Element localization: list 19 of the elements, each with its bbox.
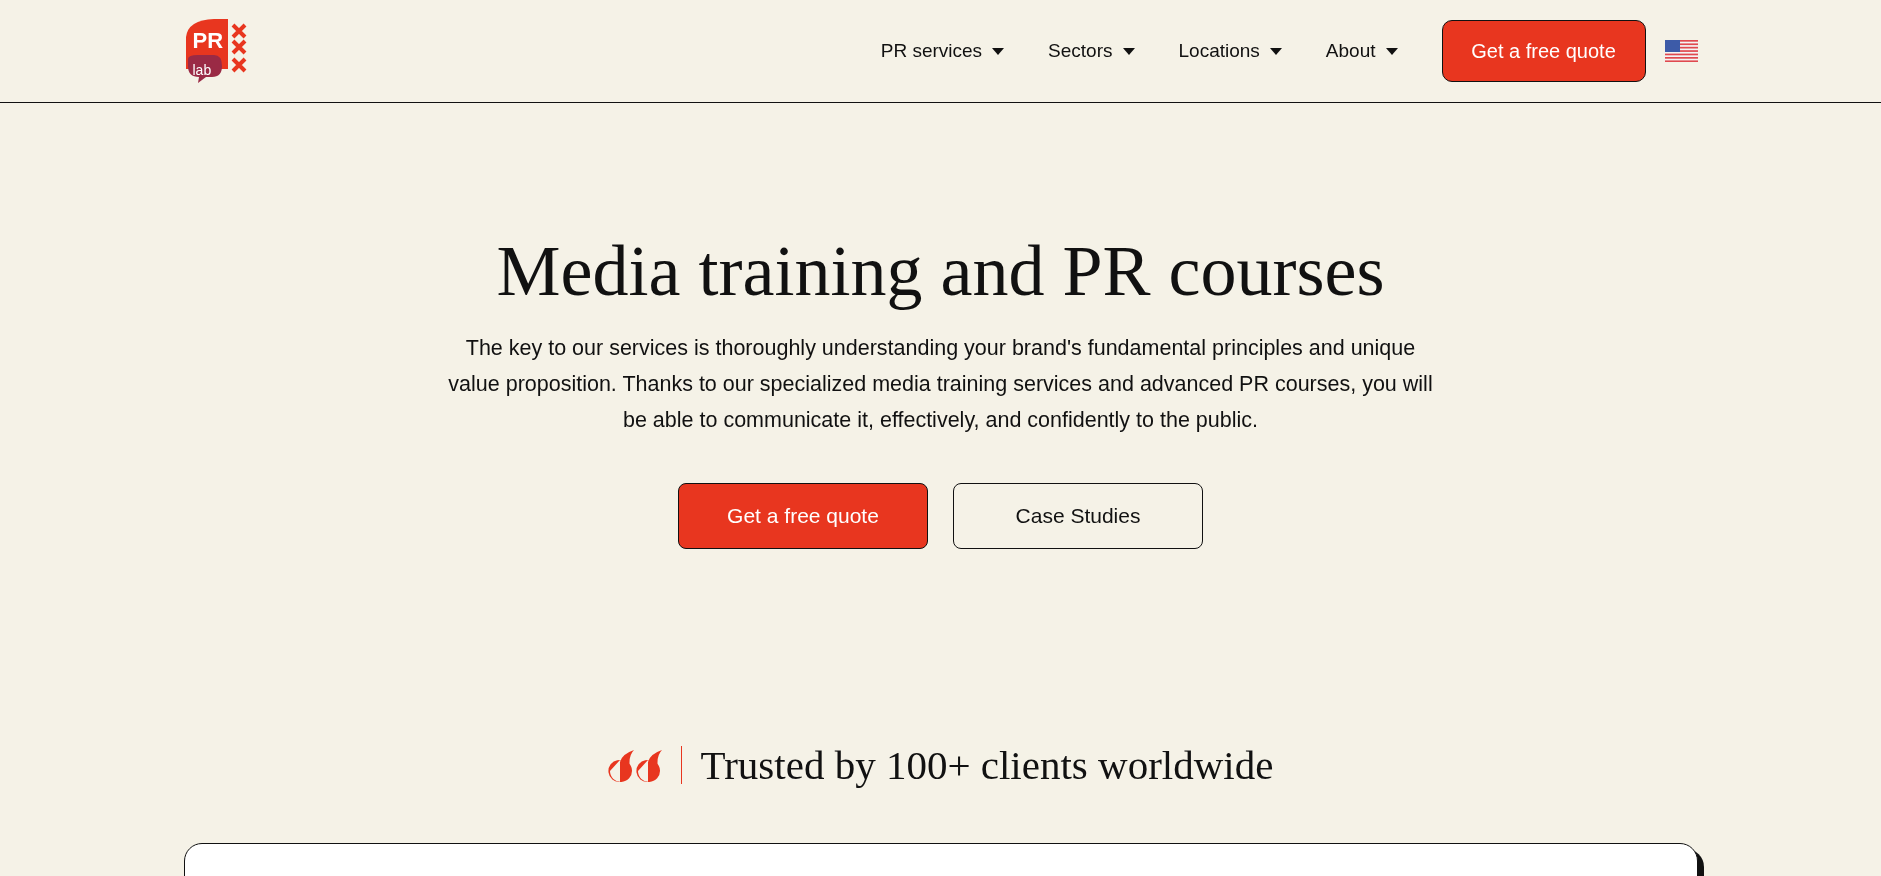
caret-icon [1385, 47, 1398, 55]
caret-icon [992, 47, 1005, 55]
case-studies-button[interactable]: Case Studies [953, 483, 1203, 549]
quote-button[interactable]: Get a free quote [678, 483, 928, 549]
quote-icon [607, 748, 663, 782]
quote-button[interactable]: Get a free quote [1441, 20, 1646, 82]
caret-icon [1269, 47, 1282, 55]
logo-text: PR [192, 27, 224, 54]
caret-icon [1122, 47, 1135, 55]
logo-drawing [183, 16, 248, 84]
trust-heading: Trusted by 100+ clients worldwide [700, 741, 1274, 789]
nav-menu[interactable]: Locations [1156, 40, 1304, 62]
hero-description: The key to our services is thoroughly understanding your brand's fundamental principles and unique value proposition. Thanks to our specialized media training services and advanced PR courses, you will be able to communicate it, effectively, and confidently to the public. [447, 335, 1434, 434]
us-flag-icon[interactable] [1664, 40, 1698, 62]
nav-menu[interactable]: Sectors [1026, 40, 1157, 62]
nav-menu[interactable]: PR services [858, 40, 1027, 62]
hero-title: Media training and PR courses [495, 230, 1386, 313]
logo-text: lab [192, 60, 212, 79]
nav-menu[interactable]: About [1303, 40, 1420, 62]
